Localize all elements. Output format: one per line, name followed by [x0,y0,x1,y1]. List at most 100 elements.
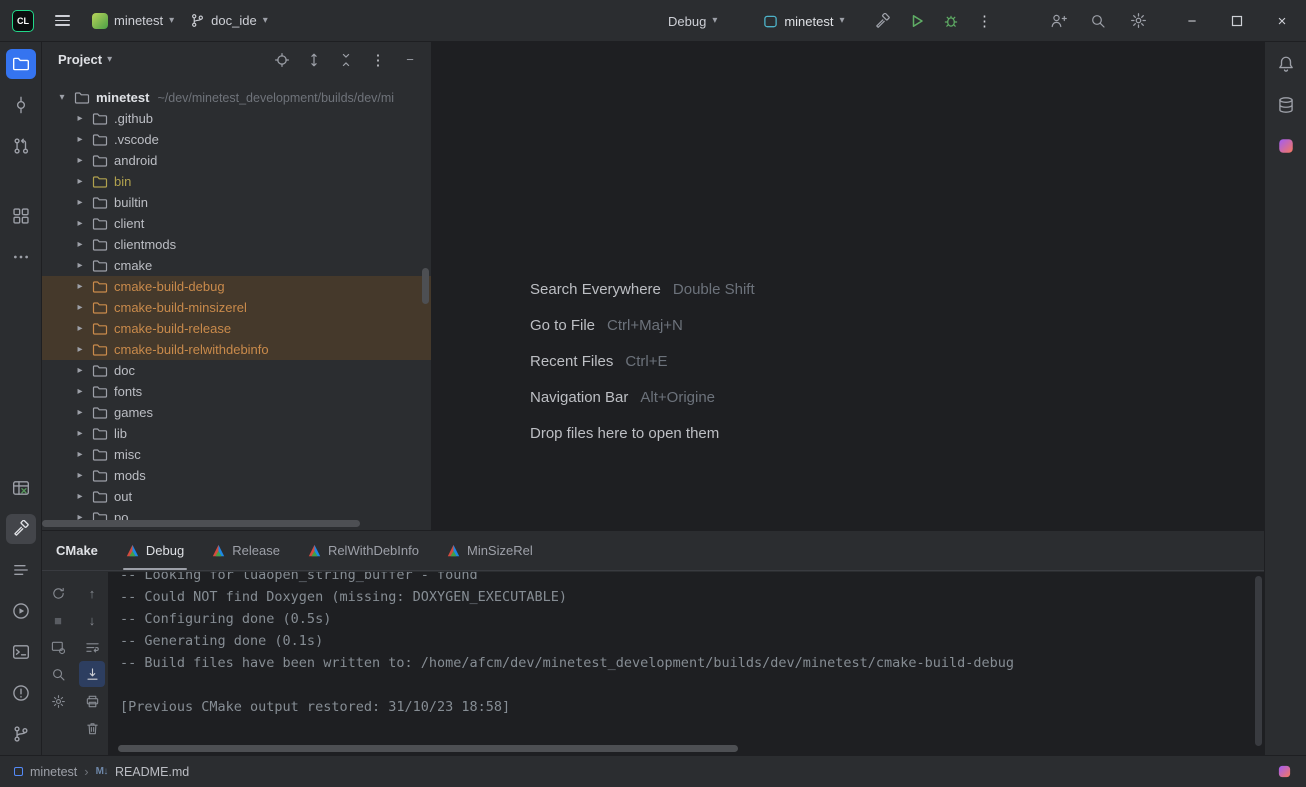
chevron-right-icon[interactable]: ▸ [72,218,88,229]
chevron-right-icon[interactable]: ▸ [72,449,88,460]
chevron-right-icon[interactable]: ▸ [72,386,88,397]
chevron-right-icon[interactable]: ▸ [72,302,88,313]
chevron-right-icon[interactable]: ▸ [72,344,88,355]
tree-item[interactable]: ▸ out [42,486,431,507]
chevron-right-icon[interactable]: ▸ [72,113,88,124]
scroll-down-button[interactable]: ↓ [79,607,105,633]
tree-item[interactable]: ▸ cmake-build-minsizerel [42,297,431,318]
scroll-up-button[interactable]: ↑ [79,580,105,606]
tree-item[interactable]: ▸ .vscode [42,129,431,150]
minimize-button[interactable]: − [1184,13,1200,29]
todo-tool-button[interactable] [6,555,36,585]
find-in-output-button[interactable] [45,661,71,687]
breadcrumb-file[interactable]: README.md [115,765,189,779]
tree-item[interactable]: ▸ fonts [42,381,431,402]
chevron-right-icon[interactable]: ▸ [72,491,88,502]
project-panel-title[interactable]: Project [58,52,102,67]
version-control-tool-button[interactable] [6,719,36,749]
panel-options-button[interactable]: ⋮ [367,49,389,71]
cmake-profile-tab[interactable]: MinSizeRel [447,531,533,570]
hide-panel-button[interactable]: − [399,49,421,71]
tree-item[interactable]: ▸ android [42,150,431,171]
close-button[interactable]: × [1274,13,1290,29]
main-menu-button[interactable] [48,7,76,35]
problems-tool-button[interactable] [6,678,36,708]
tree-item[interactable]: ▸ .github [42,108,431,129]
table-file-tool-button[interactable] [6,473,36,503]
tree-item[interactable]: ▸ builtin [42,192,431,213]
build-button[interactable] [869,7,897,35]
run-button[interactable] [903,7,931,35]
chevron-right-icon[interactable]: ▸ [72,281,88,292]
terminal-tool-button[interactable] [6,637,36,667]
run-configuration-selector[interactable]: minetest ▾ [755,9,852,34]
maximize-button[interactable] [1229,13,1245,29]
database-tool-button[interactable] [1271,90,1301,120]
collapse-all-button[interactable] [335,49,357,71]
chevron-right-icon[interactable]: ▸ [72,407,88,418]
chevron-down-icon[interactable]: ▾ [107,55,112,65]
tree-item[interactable]: ▸ cmake-build-debug [42,276,431,297]
cmake-tool-button[interactable] [6,514,36,544]
tree-item[interactable]: ▸ misc [42,444,431,465]
project-tool-button[interactable] [6,49,36,79]
horizontal-scrollbar-thumb[interactable] [118,745,738,752]
run-tool-button[interactable] [6,596,36,626]
vertical-scrollbar-thumb[interactable] [422,268,429,304]
project-widget[interactable]: minetest ▾ [84,8,182,34]
chevron-right-icon[interactable]: ▸ [72,428,88,439]
tree-item[interactable]: ▸ doc [42,360,431,381]
chevron-right-icon[interactable]: ▸ [72,134,88,145]
notifications-button[interactable] [1271,49,1301,79]
tree-item[interactable]: ▸ mods [42,465,431,486]
chevron-right-icon[interactable]: ▸ [72,365,88,376]
vertical-scrollbar-thumb[interactable] [1255,576,1262,746]
scroll-to-end-button[interactable] [79,661,105,687]
cmake-console[interactable]: -- Looking for luaopen_string_buffer - f… [108,572,1264,755]
print-button[interactable] [79,688,105,714]
tree-item[interactable]: ▸ cmake [42,255,431,276]
soft-wrap-button[interactable] [79,634,105,660]
tree-item[interactable]: ▸ lib [42,423,431,444]
horizontal-scrollbar-thumb[interactable] [42,520,360,527]
chevron-right-icon[interactable]: ▸ [72,239,88,250]
tree-item[interactable]: ▸ client [42,213,431,234]
tree-item[interactable]: ▸ clientmods [42,234,431,255]
pull-requests-tool-button[interactable] [6,131,36,161]
structure-tool-button[interactable] [6,201,36,231]
tree-item[interactable]: ▸ games [42,402,431,423]
tree-item[interactable]: ▸ cmake-build-release [42,318,431,339]
cmake-settings-button[interactable] [45,634,71,660]
chevron-down-icon[interactable]: ▾ [54,92,70,103]
breadcrumb-project[interactable]: minetest [30,765,77,779]
locate-file-button[interactable] [271,49,293,71]
chevron-right-icon[interactable]: ▸ [72,260,88,271]
chevron-right-icon[interactable]: ▸ [72,155,88,166]
tree-item[interactable]: ▸ bin [42,171,431,192]
vcs-branch-widget[interactable]: doc_ide ▾ [182,8,276,33]
search-everywhere-button[interactable] [1084,7,1112,35]
ai-statusbar-button[interactable] [1277,764,1292,779]
cmake-profile-tab[interactable]: Release [212,531,280,570]
reload-cmake-button[interactable] [45,580,71,606]
cmake-profile-tab[interactable]: RelWithDebInfo [308,531,419,570]
more-actions-button[interactable]: ⋮ [971,7,999,35]
code-with-me-button[interactable] [1044,7,1072,35]
chevron-right-icon[interactable]: ▸ [72,176,88,187]
chevron-right-icon[interactable]: ▸ [72,323,88,334]
debug-button[interactable] [937,7,965,35]
clear-all-button[interactable] [79,715,105,741]
expand-all-button[interactable] [303,49,325,71]
chevron-right-icon[interactable]: ▸ [72,197,88,208]
more-tool-windows-button[interactable] [6,242,36,272]
ai-assistant-button[interactable] [1271,131,1301,161]
console-settings-button[interactable] [45,688,71,714]
build-type-selector[interactable]: Debug ▾ [660,9,725,34]
tree-item[interactable]: ▸ cmake-build-relwithdebinfo [42,339,431,360]
settings-button[interactable] [1124,7,1152,35]
stop-button[interactable]: ■ [45,607,71,633]
tree-root-row[interactable]: ▾ minetest ~/dev/minetest_development/bu… [42,87,431,108]
chevron-right-icon[interactable]: ▸ [72,470,88,481]
cmake-profile-tab[interactable]: Debug [126,531,184,570]
commit-tool-button[interactable] [6,90,36,120]
